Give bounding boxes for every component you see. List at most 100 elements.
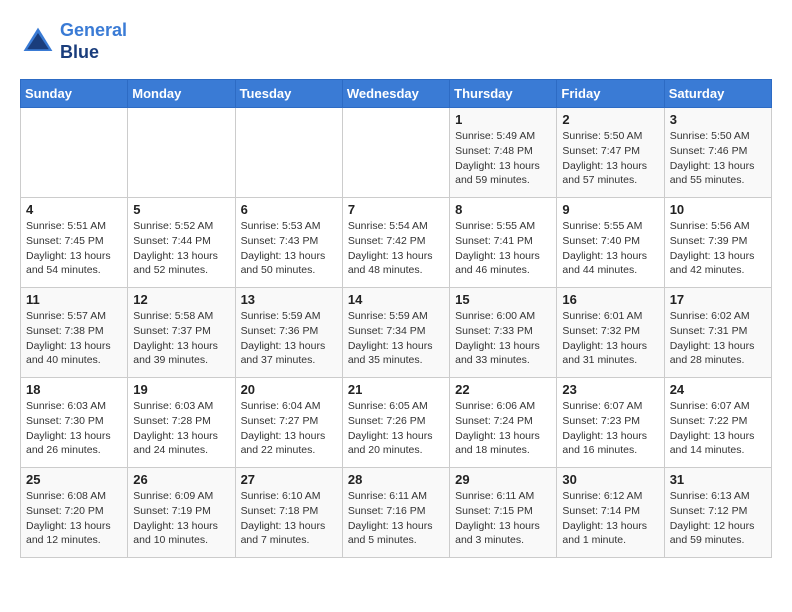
day-header-friday: Friday	[557, 80, 664, 108]
day-info: Sunrise: 5:50 AMSunset: 7:46 PMDaylight:…	[670, 129, 766, 188]
calendar-cell: 3 Sunrise: 5:50 AMSunset: 7:46 PMDaylight…	[664, 108, 771, 198]
calendar-cell: 1 Sunrise: 5:49 AMSunset: 7:48 PMDaylight…	[450, 108, 557, 198]
day-number: 19	[133, 382, 229, 397]
calendar-cell: 13 Sunrise: 5:59 AMSunset: 7:36 PMDayligh…	[235, 288, 342, 378]
day-number: 17	[670, 292, 766, 307]
page-header: General Blue	[20, 20, 772, 63]
day-number: 29	[455, 472, 551, 487]
day-number: 1	[455, 112, 551, 127]
day-header-monday: Monday	[128, 80, 235, 108]
day-number: 12	[133, 292, 229, 307]
day-number: 6	[241, 202, 337, 217]
day-info: Sunrise: 6:05 AMSunset: 7:26 PMDaylight:…	[348, 399, 444, 458]
calendar-week-2: 4 Sunrise: 5:51 AMSunset: 7:45 PMDaylight…	[21, 198, 772, 288]
day-info: Sunrise: 5:58 AMSunset: 7:37 PMDaylight:…	[133, 309, 229, 368]
day-info: Sunrise: 6:00 AMSunset: 7:33 PMDaylight:…	[455, 309, 551, 368]
day-number: 13	[241, 292, 337, 307]
calendar-cell	[235, 108, 342, 198]
calendar-cell: 25 Sunrise: 6:08 AMSunset: 7:20 PMDayligh…	[21, 468, 128, 558]
calendar-cell: 20 Sunrise: 6:04 AMSunset: 7:27 PMDayligh…	[235, 378, 342, 468]
day-number: 9	[562, 202, 658, 217]
day-info: Sunrise: 6:03 AMSunset: 7:28 PMDaylight:…	[133, 399, 229, 458]
logo-icon	[20, 24, 56, 60]
day-number: 30	[562, 472, 658, 487]
day-info: Sunrise: 6:11 AMSunset: 7:16 PMDaylight:…	[348, 489, 444, 548]
calendar-cell: 19 Sunrise: 6:03 AMSunset: 7:28 PMDayligh…	[128, 378, 235, 468]
calendar-cell: 23Sunrise: 6:07 AMSunset: 7:23 PMDayligh…	[557, 378, 664, 468]
day-info: Sunrise: 5:51 AMSunset: 7:45 PMDaylight:…	[26, 219, 122, 278]
logo: General Blue	[20, 20, 127, 63]
day-number: 31	[670, 472, 766, 487]
day-number: 5	[133, 202, 229, 217]
calendar-cell: 26Sunrise: 6:09 AMSunset: 7:19 PMDayligh…	[128, 468, 235, 558]
day-info: Sunrise: 5:52 AMSunset: 7:44 PMDaylight:…	[133, 219, 229, 278]
day-number: 18	[26, 382, 122, 397]
day-number: 14	[348, 292, 444, 307]
day-number: 20	[241, 382, 337, 397]
day-number: 2	[562, 112, 658, 127]
day-number: 27	[241, 472, 337, 487]
calendar-cell: 18 Sunrise: 6:03 AMSunset: 7:30 PMDayligh…	[21, 378, 128, 468]
day-header-wednesday: Wednesday	[342, 80, 449, 108]
day-number: 26	[133, 472, 229, 487]
day-number: 3	[670, 112, 766, 127]
day-number: 23	[562, 382, 658, 397]
day-info: Sunrise: 6:06 AMSunset: 7:24 PMDaylight:…	[455, 399, 551, 458]
day-number: 25	[26, 472, 122, 487]
day-number: 7	[348, 202, 444, 217]
calendar-week-5: 25 Sunrise: 6:08 AMSunset: 7:20 PMDayligh…	[21, 468, 772, 558]
day-info: Sunrise: 5:56 AMSunset: 7:39 PMDaylight:…	[670, 219, 766, 278]
calendar-cell: 9 Sunrise: 5:55 AMSunset: 7:40 PMDaylight…	[557, 198, 664, 288]
day-info: Sunrise: 5:59 AMSunset: 7:34 PMDaylight:…	[348, 309, 444, 368]
calendar-cell: 6 Sunrise: 5:53 AMSunset: 7:43 PMDaylight…	[235, 198, 342, 288]
day-info: Sunrise: 5:53 AMSunset: 7:43 PMDaylight:…	[241, 219, 337, 278]
day-info: Sunrise: 5:57 AMSunset: 7:38 PMDaylight:…	[26, 309, 122, 368]
day-info: Sunrise: 6:07 AMSunset: 7:22 PMDaylight:…	[670, 399, 766, 458]
calendar-cell: 30 Sunrise: 6:12 AMSunset: 7:14 PMDayligh…	[557, 468, 664, 558]
calendar-cell: 4 Sunrise: 5:51 AMSunset: 7:45 PMDaylight…	[21, 198, 128, 288]
day-number: 28	[348, 472, 444, 487]
day-info: Sunrise: 6:08 AMSunset: 7:20 PMDaylight:…	[26, 489, 122, 548]
calendar-cell: 31 Sunrise: 6:13 AMSunset: 7:12 PMDayligh…	[664, 468, 771, 558]
calendar-cell: 24 Sunrise: 6:07 AMSunset: 7:22 PMDayligh…	[664, 378, 771, 468]
day-info: Sunrise: 6:04 AMSunset: 7:27 PMDaylight:…	[241, 399, 337, 458]
day-header-thursday: Thursday	[450, 80, 557, 108]
calendar-cell	[21, 108, 128, 198]
calendar-cell	[128, 108, 235, 198]
calendar-week-1: 1 Sunrise: 5:49 AMSunset: 7:48 PMDaylight…	[21, 108, 772, 198]
day-info: Sunrise: 6:01 AMSunset: 7:32 PMDaylight:…	[562, 309, 658, 368]
calendar-cell: 5 Sunrise: 5:52 AMSunset: 7:44 PMDaylight…	[128, 198, 235, 288]
day-number: 8	[455, 202, 551, 217]
day-info: Sunrise: 5:54 AMSunset: 7:42 PMDaylight:…	[348, 219, 444, 278]
day-number: 16	[562, 292, 658, 307]
day-header-tuesday: Tuesday	[235, 80, 342, 108]
day-header-sunday: Sunday	[21, 80, 128, 108]
calendar-cell: 14 Sunrise: 5:59 AMSunset: 7:34 PMDayligh…	[342, 288, 449, 378]
day-info: Sunrise: 5:55 AMSunset: 7:40 PMDaylight:…	[562, 219, 658, 278]
calendar-cell: 7 Sunrise: 5:54 AMSunset: 7:42 PMDaylight…	[342, 198, 449, 288]
calendar-week-3: 11 Sunrise: 5:57 AMSunset: 7:38 PMDayligh…	[21, 288, 772, 378]
calendar-week-4: 18 Sunrise: 6:03 AMSunset: 7:30 PMDayligh…	[21, 378, 772, 468]
day-number: 4	[26, 202, 122, 217]
day-number: 10	[670, 202, 766, 217]
day-number: 24	[670, 382, 766, 397]
calendar-cell: 11 Sunrise: 5:57 AMSunset: 7:38 PMDayligh…	[21, 288, 128, 378]
calendar-cell: 10 Sunrise: 5:56 AMSunset: 7:39 PMDayligh…	[664, 198, 771, 288]
calendar-cell: 15 Sunrise: 6:00 AMSunset: 7:33 PMDayligh…	[450, 288, 557, 378]
calendar-cell: 28 Sunrise: 6:11 AMSunset: 7:16 PMDayligh…	[342, 468, 449, 558]
calendar-cell: 17 Sunrise: 6:02 AMSunset: 7:31 PMDayligh…	[664, 288, 771, 378]
calendar-cell: 29Sunrise: 6:11 AMSunset: 7:15 PMDayligh…	[450, 468, 557, 558]
day-info: Sunrise: 6:13 AMSunset: 7:12 PMDaylight:…	[670, 489, 766, 548]
day-number: 15	[455, 292, 551, 307]
calendar-cell	[342, 108, 449, 198]
day-info: Sunrise: 6:03 AMSunset: 7:30 PMDaylight:…	[26, 399, 122, 458]
day-number: 11	[26, 292, 122, 307]
calendar-header-row: SundayMondayTuesdayWednesdayThursdayFrid…	[21, 80, 772, 108]
calendar-cell: 22Sunrise: 6:06 AMSunset: 7:24 PMDayligh…	[450, 378, 557, 468]
day-info: Sunrise: 5:59 AMSunset: 7:36 PMDaylight:…	[241, 309, 337, 368]
day-info: Sunrise: 5:49 AMSunset: 7:48 PMDaylight:…	[455, 129, 551, 188]
day-info: Sunrise: 6:02 AMSunset: 7:31 PMDaylight:…	[670, 309, 766, 368]
day-info: Sunrise: 6:12 AMSunset: 7:14 PMDaylight:…	[562, 489, 658, 548]
calendar-cell: 8Sunrise: 5:55 AMSunset: 7:41 PMDaylight…	[450, 198, 557, 288]
logo-text: General Blue	[60, 20, 127, 63]
